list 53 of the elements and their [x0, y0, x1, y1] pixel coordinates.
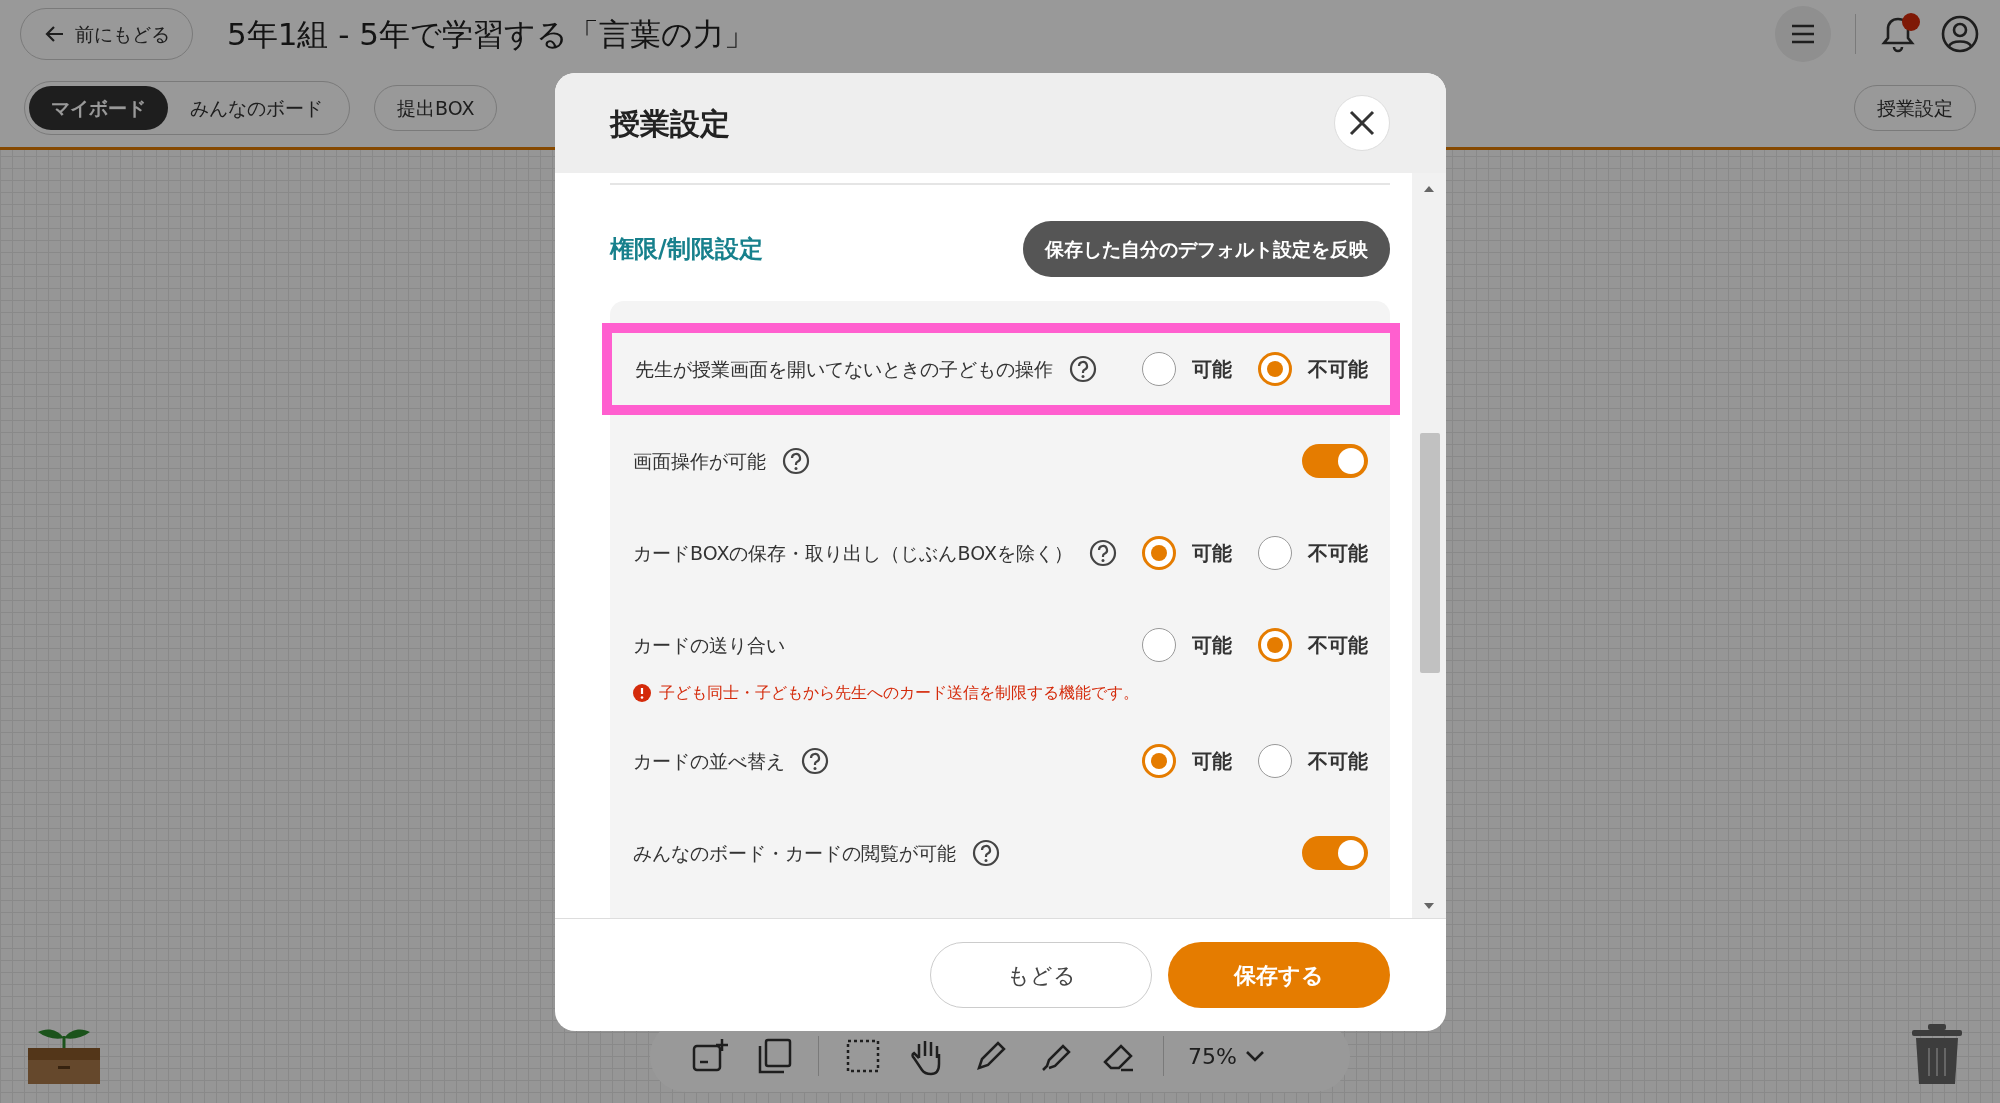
radio-button[interactable] — [1258, 536, 1292, 570]
help-icon[interactable] — [782, 447, 810, 475]
dialog-title: 授業設定 — [610, 104, 730, 143]
setting-label: みんなのボード・カードの閲覧が可能 — [633, 840, 956, 866]
radio-button[interactable] — [1258, 628, 1292, 662]
warning-icon — [633, 684, 651, 702]
close-icon — [1349, 110, 1375, 136]
scroll-down-icon[interactable] — [1423, 902, 1435, 910]
help-icon[interactable] — [1069, 355, 1097, 383]
help-icon[interactable] — [972, 839, 1000, 867]
user-icon[interactable] — [1940, 14, 1980, 54]
radio-button[interactable] — [1142, 536, 1176, 570]
close-button[interactable] — [1334, 95, 1390, 151]
toggle-switch[interactable] — [1302, 836, 1368, 870]
option-label: 不可能 — [1308, 356, 1368, 383]
option-label: 可能 — [1192, 632, 1232, 659]
setting-label: 先生が授業画面を開いてないときの子どもの操作 — [635, 356, 1053, 382]
section-title: 権限/制限設定 — [610, 234, 763, 265]
option-label: 可能 — [1192, 748, 1232, 775]
setting-label: 画面操作が可能 — [633, 448, 766, 474]
toggle-switch[interactable] — [1302, 444, 1368, 478]
menu-icon — [1790, 23, 1816, 45]
back-button[interactable]: 前にもどる — [20, 8, 193, 60]
scroll-thumb[interactable] — [1420, 433, 1440, 673]
option-label: 不可能 — [1308, 632, 1368, 659]
scrollbar[interactable] — [1412, 173, 1446, 918]
lesson-settings-button[interactable]: 授業設定 — [1854, 84, 1976, 132]
back-button[interactable]: もどる — [930, 942, 1152, 1008]
radio-button[interactable] — [1258, 744, 1292, 778]
setting-label: カードの送り合い — [633, 632, 785, 658]
radio-button[interactable] — [1258, 352, 1292, 386]
radio-button[interactable] — [1142, 628, 1176, 662]
warning-text: 子ども同士・子どもから先生へのカード送信を制限する機能です。 — [659, 682, 1139, 704]
option-label: 不可能 — [1308, 540, 1368, 567]
help-icon[interactable] — [801, 747, 829, 775]
setting-label: カードBOXの保存・取り出し（じぶんBOXを除く） — [633, 540, 1073, 566]
scroll-up-icon[interactable] — [1423, 185, 1435, 193]
setting-label: カードの並べ替え — [633, 748, 785, 774]
bell-icon — [1880, 15, 1916, 53]
radio-button[interactable] — [1142, 744, 1176, 778]
apply-default-button[interactable]: 保存した自分のデフォルト設定を反映 — [1023, 221, 1390, 277]
board-tab[interactable]: マイボード — [29, 85, 168, 131]
board-tab[interactable]: みんなのボード — [168, 85, 345, 131]
option-label: 可能 — [1192, 356, 1232, 383]
chevron-down-icon — [1244, 1050, 1265, 1062]
help-icon[interactable] — [1088, 539, 1117, 567]
page-title: 5年1組 - 5年で学習する「言葉の力」 — [227, 14, 756, 54]
option-label: 可能 — [1192, 540, 1232, 567]
trash-icon[interactable] — [1910, 1022, 1964, 1086]
zoom-dropdown[interactable]: 75% — [1188, 1039, 1265, 1073]
submit-box-button[interactable]: 提出BOX — [374, 84, 498, 132]
radio-button[interactable] — [1142, 352, 1176, 386]
option-label: 不可能 — [1308, 748, 1368, 775]
